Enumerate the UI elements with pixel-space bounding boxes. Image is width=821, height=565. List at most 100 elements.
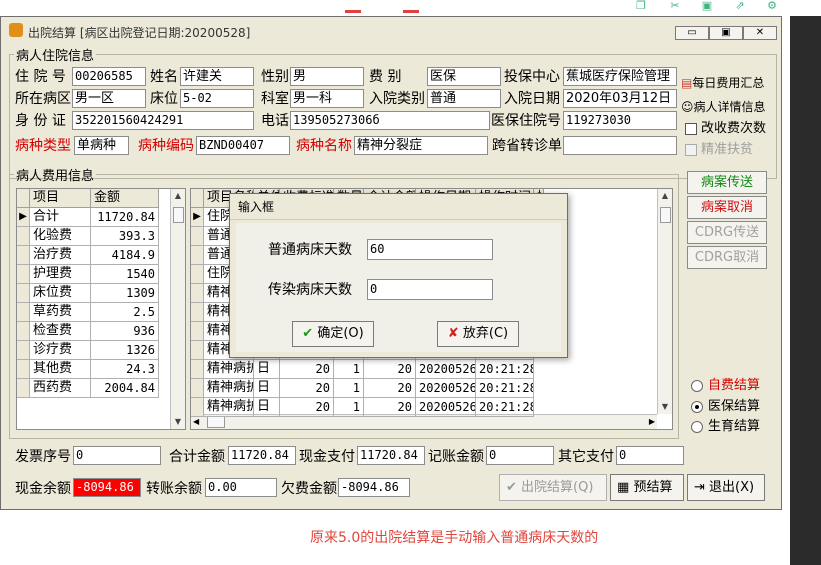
detail-cell[interactable]: 日: [254, 360, 280, 379]
detail-cell[interactable]: 20200526: [416, 379, 476, 398]
transfer-case-button[interactable]: 病案传送: [687, 171, 767, 194]
summary-cell-amount[interactable]: 393.3: [91, 227, 159, 246]
field-dcode[interactable]: BZND00407: [196, 136, 290, 155]
scroll-right-icon[interactable]: ▶: [649, 415, 655, 429]
detail-cell[interactable]: 日: [254, 379, 280, 398]
settings-icon[interactable]: ⚙: [765, 0, 779, 12]
patient-detail-link[interactable]: ☺病人详情信息: [681, 98, 766, 115]
detail-cell[interactable]: 精神病护理: [204, 398, 254, 417]
detail-cell[interactable]: 20200526: [416, 360, 476, 379]
summary-cell-amount[interactable]: 2004.84: [91, 379, 159, 398]
detail-cell[interactable]: 20: [280, 379, 334, 398]
transfer-balance-field[interactable]: 0.00: [205, 478, 277, 497]
field-dept[interactable]: 男一科: [290, 89, 364, 108]
detail-cell[interactable]: 20:21:28: [476, 360, 534, 379]
summary-cell-amount[interactable]: 2.5: [91, 303, 159, 322]
detail-cell[interactable]: 20: [364, 398, 416, 417]
detail-cell[interactable]: 20: [280, 360, 334, 379]
daily-summary-link[interactable]: ▤每日费用汇总: [681, 74, 764, 91]
scroll-down-icon[interactable]: ▼: [658, 400, 672, 414]
close-button[interactable]: ✕: [743, 26, 777, 40]
summary-cell-amount[interactable]: 24.3: [91, 360, 159, 379]
save-icon[interactable]: ▣: [700, 0, 714, 12]
normal-bed-days-input[interactable]: 60: [367, 239, 493, 260]
invoice-field[interactable]: 0: [73, 446, 161, 465]
hscroll-thumb[interactable]: [207, 416, 225, 428]
minimize-button[interactable]: ▭: [675, 26, 709, 40]
detail-cell[interactable]: 1: [334, 379, 364, 398]
summary-cell-item[interactable]: 化验费: [30, 227, 91, 246]
cash-field[interactable]: 11720.84: [357, 446, 425, 465]
summary-cell-item[interactable]: 诊疗费: [30, 341, 91, 360]
detail-cell[interactable]: 20: [280, 398, 334, 417]
self-pay-radio[interactable]: [691, 380, 703, 392]
field-cross[interactable]: [563, 136, 677, 155]
summary-scrollbar[interactable]: ▲ ▼: [170, 189, 185, 429]
summary-cell-item[interactable]: 检查费: [30, 322, 91, 341]
owed-field[interactable]: -8094.86: [338, 478, 410, 497]
summary-cell-amount[interactable]: 1326: [91, 341, 159, 360]
field-name[interactable]: 许建关: [180, 67, 254, 86]
detail-cell[interactable]: 精神病护理: [204, 360, 254, 379]
scroll-left-icon[interactable]: ◀: [193, 415, 199, 429]
pre-settle-button[interactable]: ▦ 预结算: [610, 474, 684, 501]
summary-cell-amount[interactable]: 4184.9: [91, 246, 159, 265]
field-dname[interactable]: 精神分裂症: [354, 136, 488, 155]
field-ins-no[interactable]: 119273030: [563, 111, 677, 130]
detail-cell[interactable]: 20: [364, 379, 416, 398]
summary-cell-amount[interactable]: 11720.84: [91, 208, 159, 227]
field-dtype[interactable]: 单病种: [74, 136, 129, 155]
discharge-settle-button[interactable]: ✔ 出院结算(Q): [499, 474, 607, 501]
detail-scrollbar[interactable]: ▲ ▼: [657, 189, 672, 414]
copy-icon[interactable]: ❐: [634, 0, 648, 12]
scroll-down-icon[interactable]: ▼: [171, 415, 185, 429]
summary-cell-amount[interactable]: 936: [91, 322, 159, 341]
shuffle-icon[interactable]: ✂: [668, 0, 682, 12]
scroll-thumb[interactable]: [660, 207, 671, 223]
account-field[interactable]: 0: [486, 446, 554, 465]
field-sex[interactable]: 男: [290, 67, 364, 86]
field-fee[interactable]: 医保: [427, 67, 501, 86]
scroll-up-icon[interactable]: ▲: [171, 189, 185, 203]
detail-cell[interactable]: 20: [364, 360, 416, 379]
summary-cell-amount[interactable]: 1309: [91, 284, 159, 303]
field-admit-type[interactable]: 普通: [427, 89, 501, 108]
share-icon[interactable]: ⇗: [733, 0, 747, 12]
change-count-checkbox[interactable]: [685, 123, 697, 135]
other-field[interactable]: 0: [616, 446, 684, 465]
field-zyh[interactable]: 00206585: [72, 67, 146, 86]
summary-cell-item[interactable]: 草药费: [30, 303, 91, 322]
cancel-case-button[interactable]: 病案取消: [687, 196, 767, 219]
detail-cell[interactable]: 1: [334, 360, 364, 379]
summary-cell-item[interactable]: 治疗费: [30, 246, 91, 265]
scroll-thumb[interactable]: [173, 207, 184, 223]
dialog-cancel-button[interactable]: ✘ 放弃(C): [437, 321, 519, 347]
summary-cell-item[interactable]: 西药费: [30, 379, 91, 398]
insurance-radio[interactable]: [691, 401, 703, 413]
summary-cell-amount[interactable]: 1540: [91, 265, 159, 284]
summary-cell-item[interactable]: 床位费: [30, 284, 91, 303]
field-phone[interactable]: 13950527306б: [290, 111, 490, 130]
detail-cell[interactable]: 精神病护理: [204, 379, 254, 398]
summary-cell-item[interactable]: 其他费: [30, 360, 91, 379]
detail-cell[interactable]: 20200526: [416, 398, 476, 417]
field-admit-date[interactable]: 2020年03月12日: [563, 89, 677, 108]
exit-button[interactable]: ⇥ 退出(X): [687, 474, 765, 501]
detail-cell[interactable]: 1: [334, 398, 364, 417]
scroll-up-icon[interactable]: ▲: [658, 189, 672, 203]
birth-radio[interactable]: [691, 421, 703, 433]
balance-field[interactable]: -8094.86: [73, 478, 141, 497]
maximize-button[interactable]: ▣: [709, 26, 743, 40]
summary-cell-item[interactable]: 护理费: [30, 265, 91, 284]
infectious-bed-days-input[interactable]: 0: [367, 279, 493, 300]
total-field[interactable]: 11720.84: [228, 446, 296, 465]
summary-cell-item[interactable]: 合计: [30, 208, 91, 227]
field-bed[interactable]: 5-02: [180, 89, 254, 108]
field-ward[interactable]: 男一区: [72, 89, 146, 108]
detail-cell[interactable]: 20:21:28: [476, 398, 534, 417]
dialog-ok-button[interactable]: ✔ 确定(O): [292, 321, 374, 347]
detail-cell[interactable]: 20:21:28: [476, 379, 534, 398]
cdrg-cancel-button[interactable]: CDRG取消: [687, 246, 767, 269]
cdrg-send-button[interactable]: CDRG传送: [687, 221, 767, 244]
detail-cell[interactable]: 日: [254, 398, 280, 417]
